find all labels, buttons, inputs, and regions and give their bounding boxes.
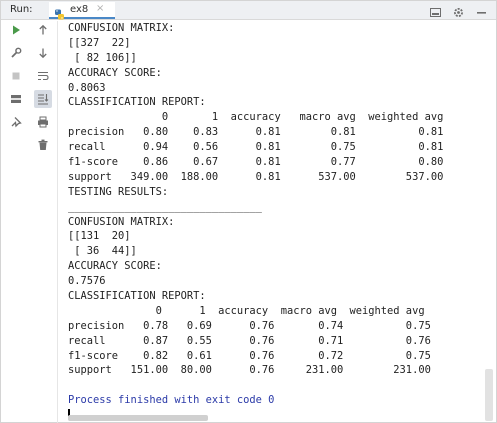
run-label: Run:	[10, 4, 33, 15]
console-line: 0 1 accuracy macro avg weighted avg	[68, 304, 425, 317]
vertical-scrollbar[interactable]	[485, 369, 493, 421]
wrench-icon[interactable]	[7, 44, 25, 62]
settings-icon[interactable]	[452, 4, 465, 17]
run-icon[interactable]	[7, 21, 25, 39]
scroll-to-end-icon[interactable]	[34, 90, 52, 108]
soft-wrap-icon[interactable]	[34, 67, 52, 85]
pin-icon[interactable]	[7, 113, 25, 131]
console-line: precision 0.78 0.69 0.76 0.74 0.75	[68, 319, 431, 332]
toolbar-divider	[57, 21, 58, 423]
console-line: 0 1 accuracy macro avg weighted avg	[68, 111, 444, 124]
hide-icon[interactable]	[475, 4, 488, 17]
console-toolbar	[34, 21, 56, 159]
layout-icon[interactable]	[7, 90, 25, 108]
run-tab-ex8[interactable]: ex8 ×	[49, 2, 115, 20]
console-line: support 151.00 80.00 0.76 231.00 231.00	[68, 364, 431, 377]
console-line: [ 82 106]]	[68, 51, 137, 64]
console-line: f1-score 0.82 0.61 0.76 0.72 0.75	[68, 349, 431, 362]
console-line: _______________________________	[68, 200, 262, 213]
console-line: recall 0.87 0.55 0.76 0.71 0.76	[68, 334, 431, 347]
python-icon	[54, 5, 65, 20]
console-line: ACCURACY SCORE:	[68, 260, 162, 273]
console-line: f1-score 0.86 0.67 0.81 0.77 0.80	[68, 156, 444, 169]
arrow-down-icon[interactable]	[34, 44, 52, 62]
trash-icon[interactable]	[34, 136, 52, 154]
close-icon[interactable]: ×	[96, 3, 104, 14]
console-line: [[131 20]	[68, 230, 131, 243]
console-line: CLASSIFICATION REPORT:	[68, 96, 206, 109]
arrow-up-icon[interactable]	[34, 21, 52, 39]
console-line: recall 0.94 0.56 0.81 0.75 0.81	[68, 141, 444, 154]
run-tool-window: Run: ex8 × CONFUSION MATRIX: [[327 22] […	[0, 0, 497, 423]
run-header-bar: Run: ex8 ×	[1, 1, 496, 20]
console-line: precision 0.80 0.83 0.81 0.81 0.81	[68, 126, 444, 139]
console-line: TESTING RESULTS:	[68, 185, 169, 198]
console-line: CLASSIFICATION REPORT:	[68, 290, 206, 303]
horizontal-scrollbar[interactable]	[68, 415, 208, 421]
run-toolbar-left	[7, 21, 29, 136]
console-line: CONFUSION MATRIX:	[68, 22, 175, 34]
console-line: ACCURACY SCORE:	[68, 66, 162, 79]
console-line: [[327 22]	[68, 36, 131, 49]
tab-title: ex8	[70, 4, 89, 15]
print-icon[interactable]	[34, 113, 52, 131]
stop-icon[interactable]	[7, 67, 25, 85]
console-output[interactable]: CONFUSION MATRIX: [[327 22] [ 82 106]] A…	[68, 21, 488, 416]
minimize-icon[interactable]	[429, 4, 442, 17]
console-line: 0.8063	[68, 81, 106, 94]
console-line: [ 36 44]]	[68, 245, 137, 258]
process-exit-message: Process finished with exit code 0	[68, 394, 275, 407]
console-line: support 349.00 188.00 0.81 537.00 537.00	[68, 170, 444, 183]
console-line: CONFUSION MATRIX:	[68, 215, 175, 228]
console-line: 0.7576	[68, 275, 106, 288]
